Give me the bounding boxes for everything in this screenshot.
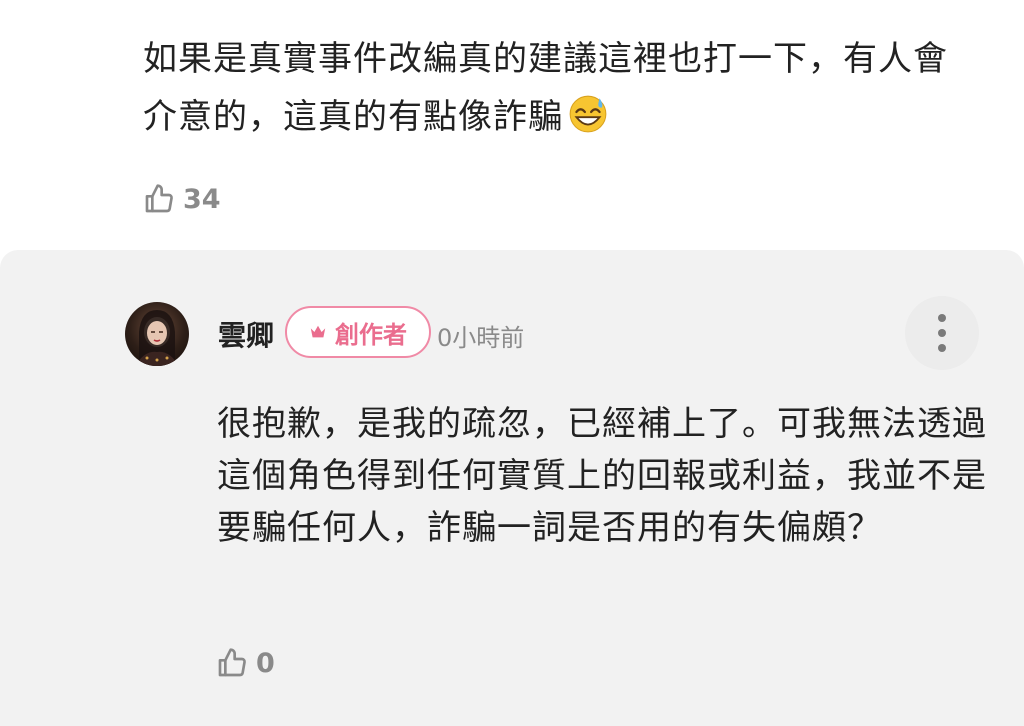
top-comment-text: 如果是真實事件改編真的建議這裡也打一下，有人會介意的，這真的有點像詐騙 [143, 39, 948, 137]
reply-text: 很抱歉，是我的疏忽，已經補上了。可我無法透過這個角色得到任何實質上的回報或利益，… [217, 404, 987, 548]
reply-like-button[interactable]: 0 [216, 647, 275, 679]
reply-like-count: 0 [256, 647, 275, 679]
creator-badge-label: 創作者 [335, 320, 407, 349]
crown-icon [310, 325, 326, 338]
more-options-icon [938, 314, 946, 322]
avatar-portrait-icon [135, 310, 179, 366]
more-options-button[interactable] [905, 296, 979, 370]
top-comment-like-button[interactable]: 34 [143, 183, 221, 215]
avatar[interactable] [125, 302, 189, 366]
comment-thread: 如果是真實事件改編真的建議這裡也打一下，有人會介意的，這真的有點像詐騙 34 雲… [0, 0, 1024, 726]
thumbs-up-icon [145, 184, 173, 213]
top-comment: 如果是真實事件改編真的建議這裡也打一下，有人會介意的，這真的有點像詐騙 [143, 30, 973, 146]
author-name[interactable]: 雲卿 [218, 314, 274, 354]
reply-card: 雲卿 創作者 0小時前 很抱歉，是我的疏忽，已經補上了。可我無法透過這個角色得到… [0, 250, 1024, 726]
top-comment-like-count: 34 [183, 183, 221, 215]
grinning-sweat-face-icon [569, 95, 607, 133]
creator-badge: 創作者 [285, 306, 431, 358]
thumbs-up-icon [218, 648, 246, 677]
timestamp: 0小時前 [437, 324, 525, 352]
